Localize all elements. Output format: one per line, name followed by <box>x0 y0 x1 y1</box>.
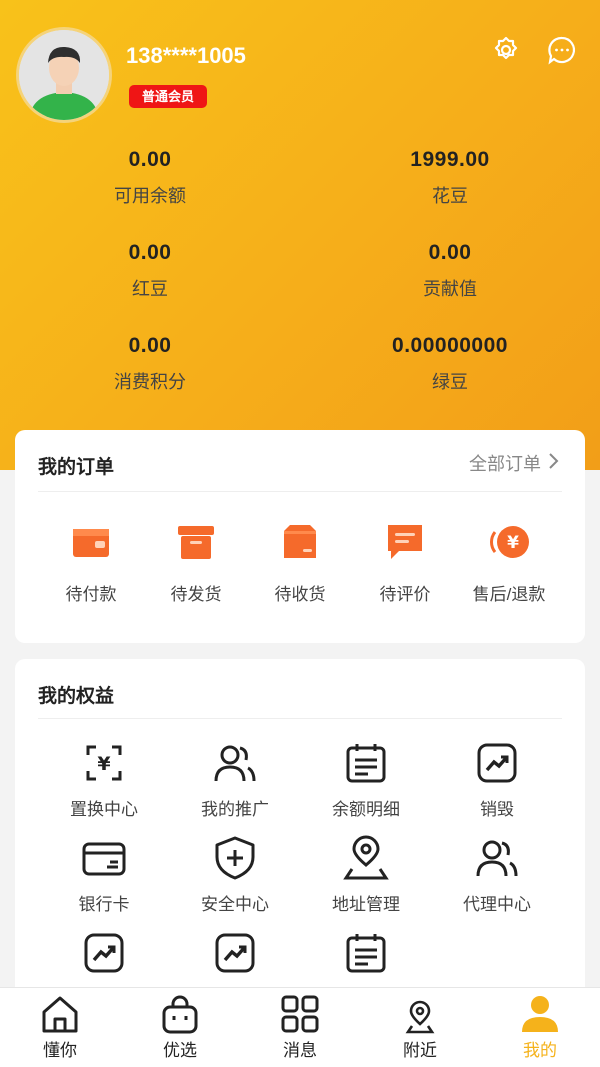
stat-value: 0.00 <box>128 148 172 171</box>
wallet-icon <box>69 520 113 564</box>
gear-icon[interactable] <box>489 33 523 67</box>
grid-icon <box>240 988 360 1034</box>
tab-label: 附近 <box>403 1041 437 1060</box>
profile-header: 138****1005 普通会员 0.00 可用余额 1999.00 花豆 0.… <box>0 0 600 470</box>
stat-value: 0.00 <box>428 241 472 264</box>
benefit-label: 置换中心 <box>70 800 138 819</box>
shield-plus-icon <box>211 834 259 882</box>
tab-nearby[interactable]: 附近 <box>360 988 480 1067</box>
location-person-icon <box>342 834 390 882</box>
bottom-tab-bar: 懂你 优选 消息 附近 我的 <box>0 987 600 1067</box>
benefit-balance-detail[interactable]: 余额明细 <box>301 739 431 820</box>
benefit-label: 安全中心 <box>201 895 269 914</box>
bag-icon <box>120 988 240 1034</box>
tab-label: 懂你 <box>43 1041 77 1060</box>
divider <box>38 718 562 719</box>
order-label: 售后/退款 <box>472 585 546 604</box>
users-icon <box>211 739 259 787</box>
calendar-list-icon <box>342 929 390 977</box>
benefit-item-row3-1[interactable] <box>39 929 169 977</box>
benefit-agent-center[interactable]: 代理中心 <box>432 834 562 915</box>
chevron-right-icon <box>547 452 559 475</box>
stat-green-beans[interactable]: 0.00000000 绿豆 <box>300 334 600 394</box>
order-to-receive[interactable]: 待收货 <box>248 520 352 605</box>
trend-icon <box>473 739 521 787</box>
trend-icon <box>211 929 259 977</box>
stat-flower-beans[interactable]: 1999.00 花豆 <box>300 148 600 208</box>
comment-icon <box>383 520 427 564</box>
divider <box>38 491 562 492</box>
stat-value: 0.00000000 <box>392 334 508 357</box>
calendar-list-icon <box>342 739 390 787</box>
tab-mine[interactable]: 我的 <box>480 988 600 1067</box>
stat-red-beans[interactable]: 0.00 红豆 <box>0 241 300 301</box>
benefit-item-row3-2[interactable] <box>170 929 300 977</box>
benefit-label: 代理中心 <box>463 895 531 914</box>
benefit-destroy[interactable]: 销毁 <box>432 739 562 820</box>
benefit-address-management[interactable]: 地址管理 <box>301 834 431 915</box>
stat-label: 贡献值 <box>423 279 477 299</box>
benefit-label: 地址管理 <box>332 895 400 914</box>
stat-label: 可用余额 <box>114 186 186 206</box>
order-pending-payment[interactable]: 待付款 <box>39 520 143 605</box>
stat-available-balance[interactable]: 0.00 可用余额 <box>0 148 300 208</box>
benefit-item-row3-3[interactable] <box>301 929 431 977</box>
trend-icon <box>80 929 128 977</box>
benefits-title: 我的权益 <box>38 686 115 707</box>
order-label: 待发货 <box>170 585 222 604</box>
tab-label: 我的 <box>523 1041 557 1060</box>
stat-label: 红豆 <box>132 279 168 299</box>
benefits-card: 我的权益 ¥ 置换中心 我的推广 余额明细 销毁 银行卡 安全中心 地址管理 代… <box>15 659 585 999</box>
exchange-icon: ¥ <box>80 739 128 787</box>
tab-selection[interactable]: 优选 <box>120 988 240 1067</box>
refund-icon: ¥ <box>487 520 531 564</box>
order-label: 待评价 <box>379 585 431 604</box>
tab-messages[interactable]: 消息 <box>240 988 360 1067</box>
orders-title: 我的订单 <box>38 457 115 478</box>
tab-label: 优选 <box>163 1041 197 1060</box>
order-label: 待收货 <box>274 585 326 604</box>
stat-value: 0.00 <box>128 241 172 264</box>
home-icon <box>0 988 120 1034</box>
user-icon <box>480 988 600 1034</box>
benefit-exchange-center[interactable]: ¥ 置换中心 <box>39 739 169 820</box>
tab-label: 消息 <box>283 1041 317 1060</box>
benefit-my-promotion[interactable]: 我的推广 <box>170 739 300 820</box>
benefit-label: 银行卡 <box>78 895 130 914</box>
stat-value: 0.00 <box>128 334 172 357</box>
stat-label: 花豆 <box>432 186 468 206</box>
order-label: 待付款 <box>65 585 117 604</box>
all-orders-label: 全部订单 <box>469 454 541 474</box>
more-chat-icon[interactable] <box>545 33 579 67</box>
stat-contribution[interactable]: 0.00 贡献值 <box>300 241 600 301</box>
member-badge: 普通会员 <box>129 85 208 108</box>
tab-home[interactable]: 懂你 <box>0 988 120 1067</box>
stat-label: 消费积分 <box>114 372 186 392</box>
package-icon <box>278 520 322 564</box>
order-to-ship[interactable]: 待发货 <box>144 520 248 605</box>
svg-text:¥: ¥ <box>97 753 110 775</box>
benefit-label: 销毁 <box>480 800 514 819</box>
svg-text:¥: ¥ <box>507 533 519 553</box>
box-icon <box>174 520 218 564</box>
map-pin-icon <box>360 988 480 1034</box>
benefit-security-center[interactable]: 安全中心 <box>170 834 300 915</box>
order-after-sale[interactable]: ¥ 售后/退款 <box>457 520 561 605</box>
avatar[interactable] <box>16 27 112 123</box>
stat-label: 绿豆 <box>432 372 468 392</box>
orders-card: 我的订单 全部订单 待付款 待发货 待收货 待评价 ¥ 售后/退款 <box>15 430 585 643</box>
stat-consumption-points[interactable]: 0.00 消费积分 <box>0 334 300 394</box>
benefit-bank-card[interactable]: 银行卡 <box>39 834 169 915</box>
benefit-label: 我的推广 <box>201 800 269 819</box>
order-to-review[interactable]: 待评价 <box>353 520 457 605</box>
benefit-label: 余额明细 <box>332 800 400 819</box>
bank-card-icon <box>80 834 128 882</box>
users-icon <box>473 834 521 882</box>
stat-value: 1999.00 <box>410 148 490 171</box>
all-orders-link[interactable]: 全部订单 <box>469 450 559 476</box>
phone-number: 138****1005 <box>126 43 246 68</box>
